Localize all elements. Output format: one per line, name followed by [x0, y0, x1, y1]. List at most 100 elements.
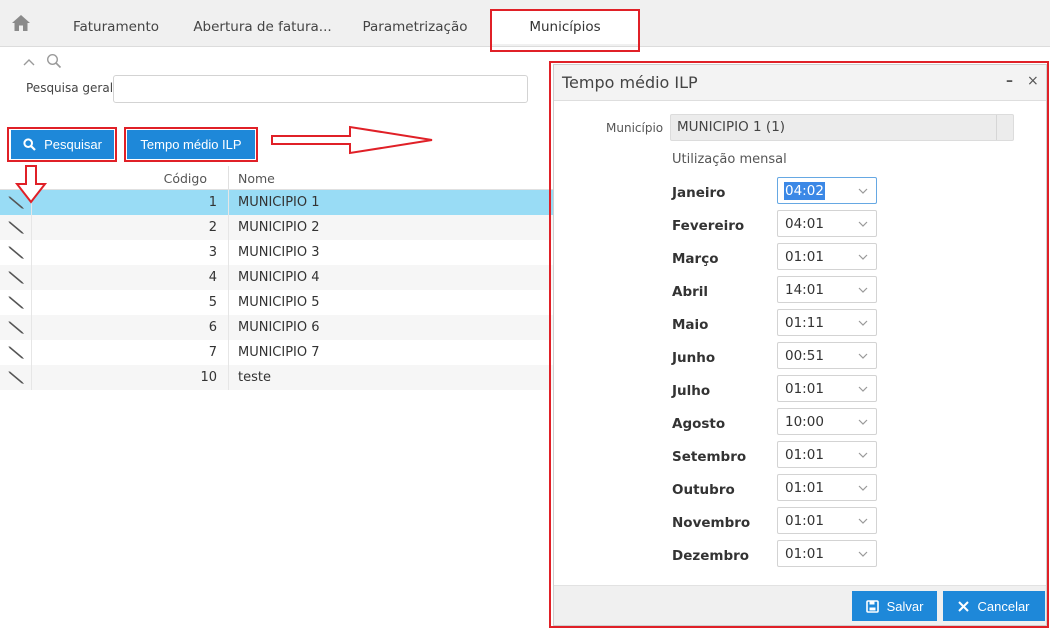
- chevron-down-icon[interactable]: [858, 187, 868, 195]
- month-label: Março: [672, 251, 719, 267]
- month-row: Outubro 01:01: [672, 474, 882, 502]
- month-row: Agosto 10:00: [672, 408, 882, 436]
- month-row: Novembro 01:01: [672, 507, 882, 535]
- chevron-down-icon[interactable]: [858, 517, 868, 525]
- cell-nome: MUNICIPIO 1: [238, 195, 320, 210]
- month-time-value: 01:01: [785, 513, 824, 529]
- chevron-down-icon[interactable]: [858, 319, 868, 327]
- table-row[interactable]: 2 MUNICIPIO 2: [0, 215, 553, 240]
- month-row: Julho 01:01: [672, 375, 882, 403]
- tab-municipios[interactable]: Municípios: [492, 10, 638, 44]
- table-row[interactable]: 7 MUNICIPIO 7: [0, 340, 553, 365]
- column-divider: [228, 166, 229, 190]
- month-time-select[interactable]: 01:01: [777, 507, 877, 534]
- month-time-value: 04:01: [785, 216, 824, 232]
- month-label: Setembro: [672, 449, 747, 465]
- minimize-icon[interactable]: –: [1006, 73, 1013, 89]
- chevron-down-icon[interactable]: [858, 220, 868, 228]
- month-time-value: 01:11: [785, 315, 824, 331]
- column-header-nome[interactable]: Nome: [238, 171, 275, 186]
- month-time-select[interactable]: 01:01: [777, 441, 877, 468]
- table-row[interactable]: 1 MUNICIPIO 1: [0, 190, 553, 215]
- salvar-label: Salvar: [886, 598, 924, 614]
- month-time-select[interactable]: 01:01: [777, 243, 877, 270]
- field-divider: [996, 115, 997, 140]
- dialog-footer: Salvar Cancelar: [554, 585, 1046, 625]
- tab-faturamento[interactable]: Faturamento: [62, 10, 170, 44]
- month-time-select[interactable]: 01:01: [777, 540, 877, 567]
- municipio-value: MUNICIPIO 1 (1): [677, 119, 786, 135]
- month-label: Novembro: [672, 515, 751, 531]
- pesquisar-label: Pesquisar: [44, 137, 102, 152]
- municipio-label: Município: [606, 121, 664, 135]
- table-row[interactable]: 4 MUNICIPIO 4: [0, 265, 553, 290]
- tempo-medio-ilp-label: Tempo médio ILP: [140, 137, 242, 152]
- month-time-select[interactable]: 14:01: [777, 276, 877, 303]
- cell-codigo: 4: [208, 270, 217, 285]
- cell-nome: MUNICIPIO 6: [238, 320, 320, 335]
- month-time-select[interactable]: 00:51: [777, 342, 877, 369]
- month-time-select[interactable]: 04:01: [777, 210, 877, 237]
- tempo-medio-dialog: Tempo médio ILP – × Município MUNICIPIO …: [553, 64, 1047, 626]
- month-time-select[interactable]: 10:00: [777, 408, 877, 435]
- chevron-down-icon[interactable]: [858, 484, 868, 492]
- table-row[interactable]: 10 teste: [0, 365, 553, 390]
- home-icon[interactable]: [11, 13, 31, 33]
- close-icon[interactable]: ×: [1027, 73, 1039, 89]
- table-row[interactable]: 5 MUNICIPIO 5: [0, 290, 553, 315]
- search-input[interactable]: [113, 75, 528, 103]
- chevron-down-icon[interactable]: [858, 550, 868, 558]
- cancelar-button[interactable]: Cancelar: [943, 591, 1045, 621]
- month-time-select[interactable]: 04:02: [777, 177, 877, 204]
- month-time-select[interactable]: 01:01: [777, 474, 877, 501]
- cell-codigo: 3: [208, 245, 217, 260]
- pencil-icon[interactable]: [8, 295, 26, 310]
- chevron-down-icon[interactable]: [858, 286, 868, 294]
- month-label: Dezembro: [672, 548, 750, 564]
- chevron-up-icon[interactable]: [22, 55, 36, 69]
- column-divider: [228, 190, 229, 215]
- month-time-select[interactable]: 01:11: [777, 309, 877, 336]
- chevron-down-icon[interactable]: [858, 418, 868, 426]
- chevron-down-icon[interactable]: [858, 451, 868, 459]
- month-label: Julho: [672, 383, 711, 399]
- tab-abertura-fatura[interactable]: Abertura de fatura...: [190, 10, 335, 44]
- pencil-icon[interactable]: [8, 345, 26, 360]
- cell-nome: MUNICIPIO 2: [238, 220, 320, 235]
- cell-codigo: 7: [208, 345, 217, 360]
- search-icon[interactable]: [46, 53, 62, 69]
- chevron-down-icon[interactable]: [858, 253, 868, 261]
- municipio-field[interactable]: MUNICIPIO 1 (1): [670, 114, 1014, 141]
- dialog-header: Tempo médio ILP – ×: [554, 65, 1046, 101]
- table-row[interactable]: 3 MUNICIPIO 3: [0, 240, 553, 265]
- month-time-value: 01:01: [785, 447, 824, 463]
- column-divider: [228, 365, 229, 390]
- table-row[interactable]: 6 MUNICIPIO 6: [0, 315, 553, 340]
- pencil-icon[interactable]: [8, 220, 26, 235]
- chevron-down-icon[interactable]: [858, 352, 868, 360]
- tab-parametrizacao[interactable]: Parametrização: [355, 10, 475, 44]
- column-divider: [228, 240, 229, 265]
- pencil-icon[interactable]: [8, 270, 26, 285]
- close-icon: [958, 600, 970, 612]
- tempo-medio-ilp-button[interactable]: Tempo médio ILP: [127, 130, 255, 159]
- pencil-icon[interactable]: [8, 370, 26, 385]
- month-row: Março 01:01: [672, 243, 882, 271]
- search-label: Pesquisa geral: [26, 81, 114, 95]
- month-time-value: 01:01: [785, 381, 824, 397]
- month-label: Maio: [672, 317, 709, 333]
- salvar-button[interactable]: Salvar: [852, 591, 937, 621]
- chevron-down-icon[interactable]: [858, 385, 868, 393]
- column-header-codigo[interactable]: Código: [32, 171, 207, 186]
- pencil-icon[interactable]: [8, 320, 26, 335]
- cell-nome: MUNICIPIO 5: [238, 295, 320, 310]
- pencil-icon[interactable]: [8, 195, 26, 210]
- month-time-value: 01:01: [785, 546, 824, 562]
- month-label: Agosto: [672, 416, 726, 432]
- pesquisar-button[interactable]: Pesquisar: [11, 130, 114, 159]
- pencil-icon[interactable]: [8, 245, 26, 260]
- grid-header: Código Nome: [0, 166, 553, 190]
- month-time-select[interactable]: 01:01: [777, 375, 877, 402]
- month-time-value: 10:00: [785, 414, 824, 430]
- month-time-value: 04:02: [784, 182, 825, 200]
